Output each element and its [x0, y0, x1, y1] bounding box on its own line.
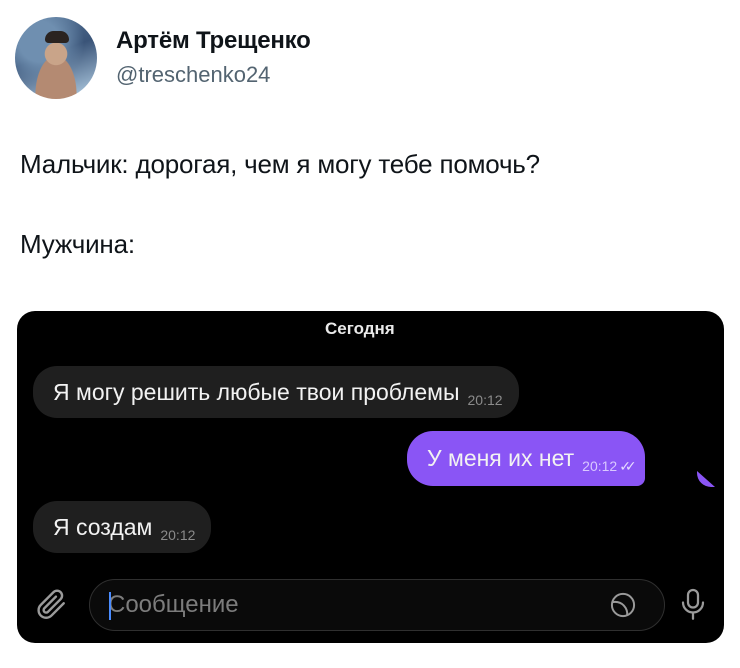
- message-text: У меня их нет: [427, 445, 575, 471]
- message-text: Я создам: [53, 514, 153, 540]
- message-input[interactable]: [108, 580, 568, 630]
- message-text: Я могу решить любые твои проблемы: [53, 379, 460, 405]
- text-caret: [109, 592, 111, 620]
- author-avatar[interactable]: [15, 17, 97, 99]
- microphone-icon[interactable]: [671, 583, 715, 627]
- read-checks-icon: ✓✓: [619, 458, 637, 474]
- incoming-message[interactable]: Я создам 20:12: [33, 501, 212, 553]
- sticker-icon[interactable]: [608, 590, 638, 620]
- message-input-box[interactable]: [89, 579, 665, 631]
- outgoing-message[interactable]: У меня их нет 20:12 ✓✓: [407, 431, 645, 486]
- date-separator: Сегодня: [325, 319, 395, 338]
- chat-screenshot: Сегодня Я могу решить любые твои проблем…: [17, 311, 724, 643]
- message-time: 20:12: [467, 392, 503, 408]
- incoming-message[interactable]: Я могу решить любые твои проблемы 20:12: [33, 366, 519, 418]
- author-handle[interactable]: @treschenko24: [116, 62, 270, 88]
- message-time: 20:12: [160, 527, 196, 543]
- tweet-text-line-2: Мужчина:: [20, 229, 135, 259]
- paperclip-icon[interactable]: [29, 582, 73, 626]
- message-time: 20:12: [582, 458, 618, 474]
- avatar-hair: [45, 31, 69, 43]
- bubble-tail: [697, 471, 715, 487]
- author-name[interactable]: Артём Трещенко: [116, 27, 311, 55]
- tweet-text-line-1: Мальчик: дорогая, чем я могу тебе помочь…: [20, 149, 540, 179]
